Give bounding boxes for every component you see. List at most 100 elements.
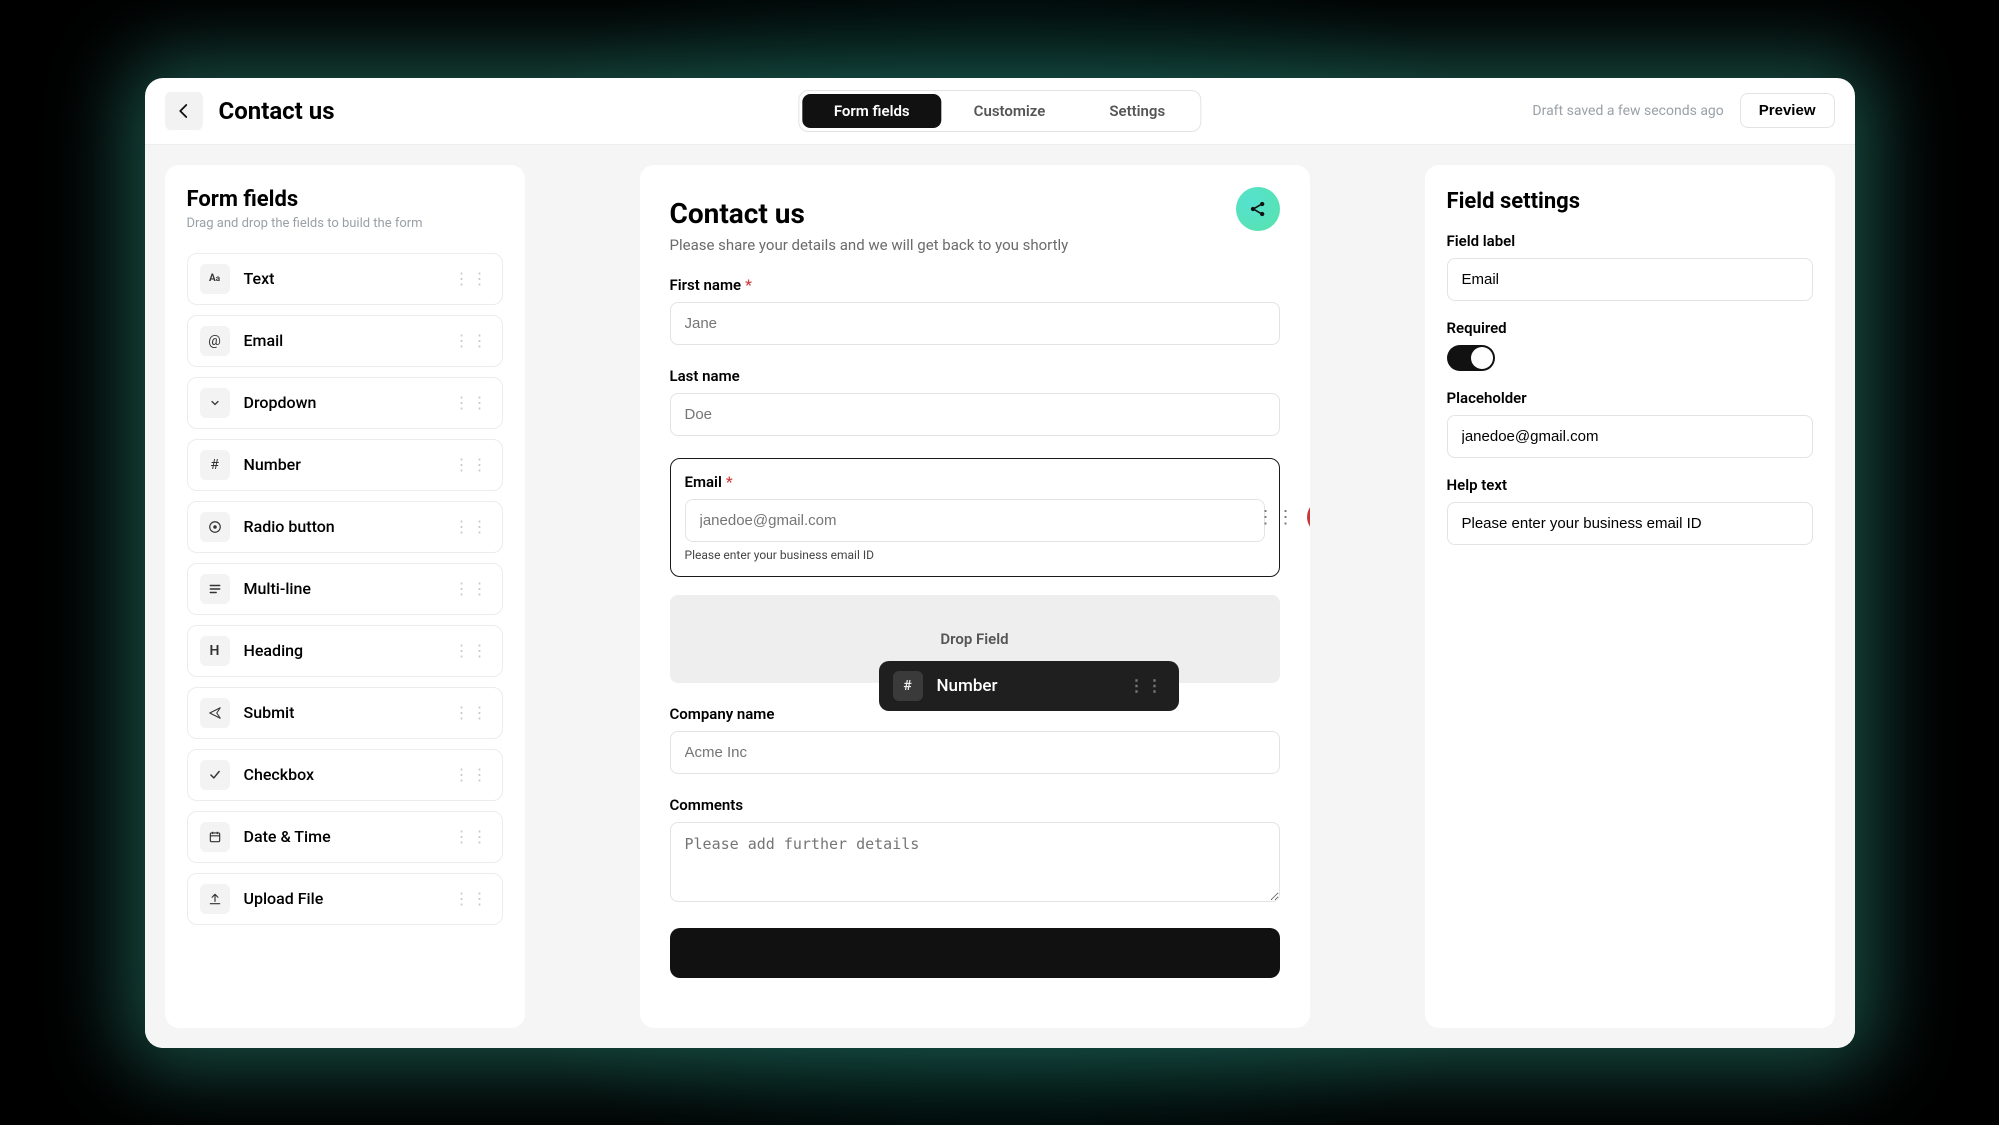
drag-handle-icon[interactable] [454,834,490,840]
setting-label: Field label [1447,232,1813,250]
settings-title: Field settings [1447,189,1813,214]
field-label: Email* [685,473,1265,491]
draft-status: Draft saved a few seconds ago [1532,103,1723,119]
sidebar-item-text[interactable]: Aa Text [187,253,503,305]
field-label: First name* [670,276,1280,294]
first-name-input[interactable] [670,302,1280,345]
setting-required: Required [1447,319,1813,371]
placeholder-input[interactable] [1447,415,1813,458]
drag-handle-icon[interactable] [454,896,490,902]
required-toggle[interactable] [1447,345,1495,371]
sidebar-item-dropdown[interactable]: Dropdown [187,377,503,429]
field-label-input[interactable] [1447,258,1813,301]
arrow-left-icon [175,102,193,120]
field-label: Last name [670,367,1280,385]
sidebar-item-label: Upload File [244,889,324,908]
sidebar: Form fields Drag and drop the fields to … [165,165,525,1028]
setting-placeholder: Placeholder [1447,389,1813,458]
delete-field-button[interactable] [1307,500,1310,534]
sidebar-item-label: Radio button [244,517,335,536]
tab-customize[interactable]: Customize [942,94,1078,128]
at-icon: @ [200,326,230,356]
field-actions [1257,500,1310,534]
dragging-field-label: Number [937,676,998,696]
drag-handle-icon[interactable] [454,524,490,530]
field-settings-panel: Field settings Field label Required Plac… [1425,165,1835,1028]
text-icon: Aa [200,264,230,294]
sidebar-item-heading[interactable]: H Heading [187,625,503,677]
drag-handle-icon[interactable] [454,338,490,344]
radio-icon [200,512,230,542]
setting-field-label: Field label [1447,232,1813,301]
drag-handle-icon[interactable] [454,462,490,468]
drag-handle-icon[interactable] [454,710,490,716]
lines-icon [200,574,230,604]
send-icon [200,698,230,728]
form-description: Please share your details and we will ge… [670,236,1280,254]
setting-label: Help text [1447,476,1813,494]
field-email-selected[interactable]: Email* Please enter your business email … [670,458,1280,577]
chevron-down-icon [200,388,230,418]
top-bar-right: Draft saved a few seconds ago Preview [1532,93,1834,128]
sidebar-item-label: Heading [244,641,304,660]
email-input[interactable] [685,499,1265,542]
preview-button[interactable]: Preview [1740,93,1835,128]
drag-handle-icon[interactable] [1129,683,1165,689]
field-first-name[interactable]: First name* [670,276,1280,345]
setting-label: Required [1447,319,1813,337]
drag-handle-icon[interactable] [454,648,490,654]
sidebar-item-upload[interactable]: Upload File [187,873,503,925]
drop-zone-label: Drop Field [940,630,1008,648]
submit-button[interactable] [670,928,1280,978]
sidebar-item-label: Text [244,269,275,288]
sidebar-item-label: Email [244,331,284,350]
sidebar-item-label: Multi-line [244,579,311,598]
form-title: Contact us [670,197,1280,230]
sidebar-title: Form fields [187,187,503,212]
field-last-name[interactable]: Last name [670,367,1280,436]
sidebar-item-email[interactable]: @ Email [187,315,503,367]
sidebar-item-label: Dropdown [244,393,317,412]
share-icon [1248,199,1268,219]
heading-icon: H [200,636,230,666]
sidebar-subtitle: Drag and drop the fields to build the fo… [187,216,503,231]
comments-input[interactable] [670,822,1280,902]
tab-form-fields[interactable]: Form fields [802,94,942,128]
back-button[interactable] [165,92,203,130]
top-bar: Contact us Form fields Customize Setting… [145,78,1855,145]
calendar-icon [200,822,230,852]
tab-group: Form fields Customize Settings [798,90,1201,132]
drag-handle-icon[interactable] [454,400,490,406]
upload-icon [200,884,230,914]
field-company[interactable]: Company name [670,705,1280,774]
dragging-field-chip[interactable]: # Number [879,661,1179,711]
sidebar-item-radio[interactable]: Radio button [187,501,503,553]
drop-zone[interactable]: Drop Field # Number [670,595,1280,683]
field-comments[interactable]: Comments [670,796,1280,906]
sidebar-item-multiline[interactable]: Multi-line [187,563,503,615]
sidebar-item-label: Date & Time [244,827,331,846]
drag-handle-icon[interactable] [454,586,490,592]
setting-help-text: Help text [1447,476,1813,545]
check-icon [200,760,230,790]
page-title: Contact us [219,97,335,125]
hash-icon: # [893,671,923,701]
sidebar-item-number[interactable]: # Number [187,439,503,491]
share-button[interactable] [1236,187,1280,231]
drag-handle-icon[interactable] [454,276,490,282]
company-input[interactable] [670,731,1280,774]
body: Form fields Drag and drop the fields to … [145,145,1855,1048]
hash-icon: # [200,450,230,480]
sidebar-item-label: Checkbox [244,765,315,784]
drag-handle-icon[interactable] [1257,507,1297,528]
field-label: Comments [670,796,1280,814]
sidebar-item-label: Number [244,455,301,474]
tab-settings[interactable]: Settings [1077,94,1197,128]
form-canvas: Contact us Please share your details and… [545,165,1405,1028]
sidebar-item-checkbox[interactable]: Checkbox [187,749,503,801]
drag-handle-icon[interactable] [454,772,490,778]
last-name-input[interactable] [670,393,1280,436]
sidebar-item-datetime[interactable]: Date & Time [187,811,503,863]
sidebar-item-submit[interactable]: Submit [187,687,503,739]
help-text-input[interactable] [1447,502,1813,545]
